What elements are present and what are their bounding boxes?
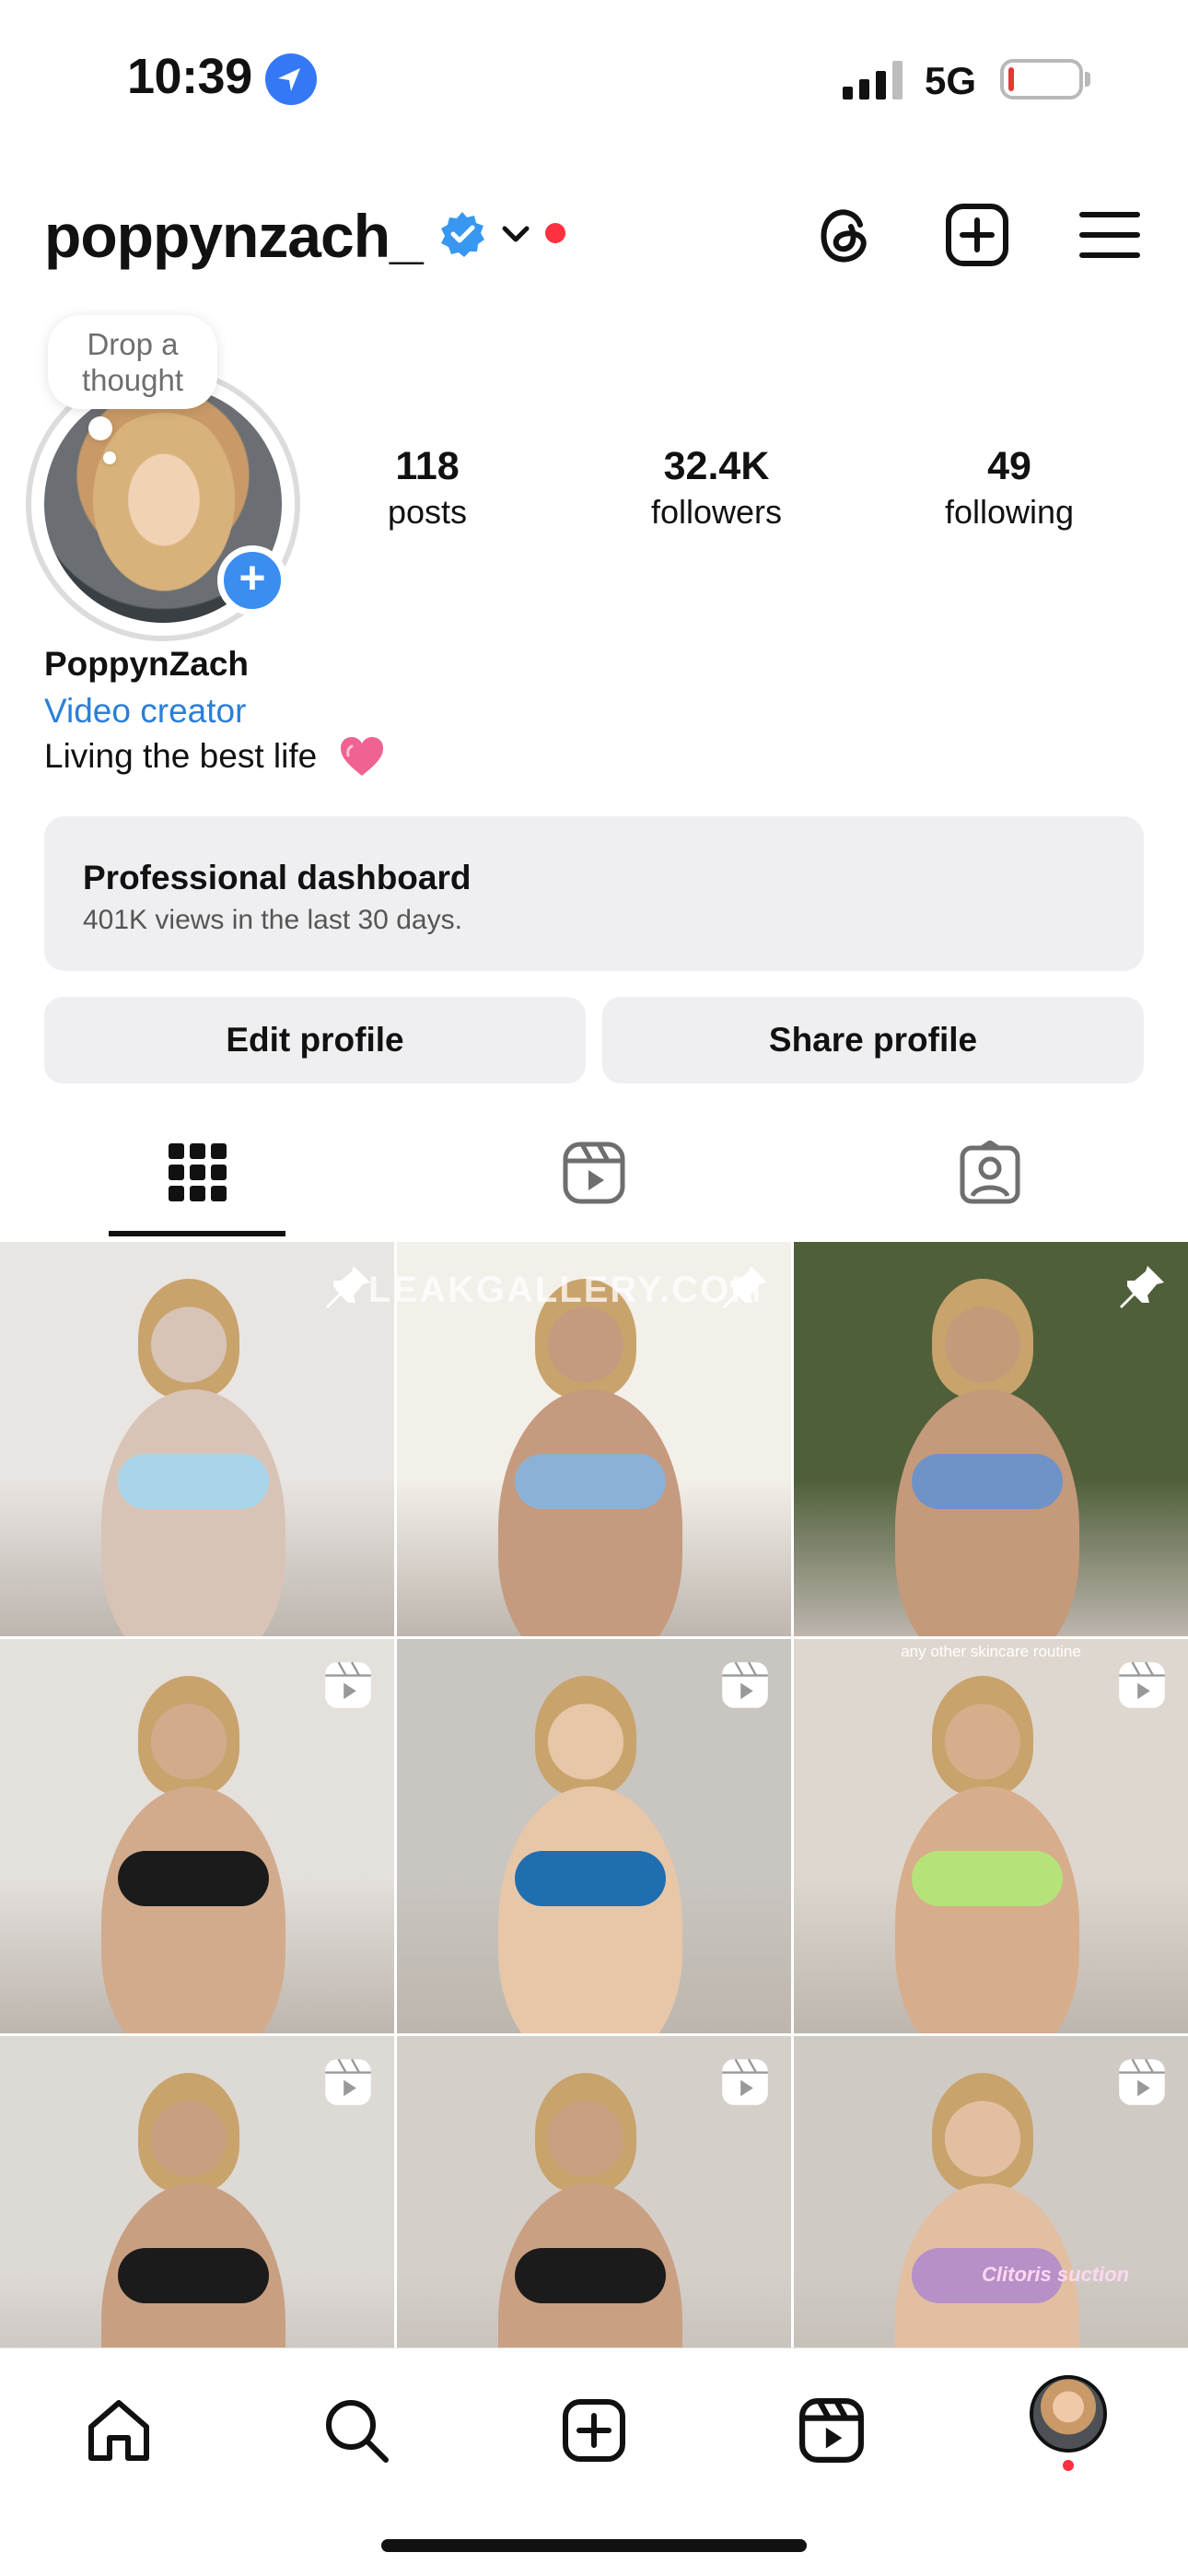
category-label[interactable]: Video creator — [44, 692, 246, 731]
post-figure-head — [535, 1676, 636, 1796]
grid-post[interactable] — [397, 2036, 791, 2348]
status-bar: 10:39 5G — [0, 0, 1188, 157]
stat-value: 49 — [987, 444, 1031, 488]
stat-label: following — [944, 493, 1075, 531]
post-figure-garment — [118, 1851, 269, 1906]
thought-tail-dot — [88, 416, 112, 440]
post-figure-body — [895, 1389, 1079, 1636]
stat-followers[interactable]: 32.4K followers — [606, 444, 827, 532]
threads-icon[interactable] — [807, 197, 882, 273]
post-figure-head — [138, 1279, 239, 1399]
post-figure-head — [138, 2073, 239, 2193]
grid-post[interactable] — [794, 1242, 1188, 1636]
chevron-down-icon[interactable] — [499, 217, 532, 251]
post-figure-body — [101, 1786, 285, 2033]
battery-nub — [1085, 72, 1090, 87]
profile-notification-dot — [1063, 2460, 1074, 2471]
stat-posts[interactable]: 118 posts — [317, 444, 538, 532]
create-post-icon[interactable] — [939, 197, 1015, 273]
grid-post[interactable] — [794, 2036, 1188, 2348]
post-figure-head — [138, 1676, 239, 1796]
grid-post[interactable] — [397, 1639, 791, 2033]
share-profile-button[interactable]: Share profile — [602, 997, 1144, 1083]
stat-value: 32.4K — [663, 444, 770, 488]
active-tab-indicator — [109, 1231, 285, 1236]
location-arrow-icon — [265, 53, 317, 105]
post-figure-garment — [118, 2248, 269, 2303]
post-figure-garment — [912, 1851, 1063, 1906]
reel-icon — [719, 2056, 771, 2108]
post-caption-overlay: Clitoris suction — [982, 2263, 1130, 2286]
post-figure-body — [498, 1786, 682, 2033]
posts-grid: any other skincare routine — [0, 1242, 1188, 2348]
tab-tagged[interactable] — [792, 1115, 1188, 1235]
verified-badge-icon — [438, 210, 486, 258]
menu-icon[interactable] — [1072, 197, 1147, 273]
reel-icon — [719, 1659, 771, 1711]
grid-post[interactable] — [0, 1242, 394, 1636]
signal-bars-icon — [843, 61, 903, 100]
dashboard-subtitle: 401K views in the last 30 days. — [83, 905, 462, 935]
post-figure-garment — [515, 1454, 666, 1509]
post-figure-garment — [515, 2248, 666, 2303]
battery-icon — [1000, 59, 1083, 100]
notification-dot — [545, 223, 565, 243]
stat-label: posts — [387, 493, 468, 531]
username[interactable]: poppynzach_ — [44, 201, 424, 271]
thought-bubble-text: Drop a thought — [81, 327, 184, 397]
pin-icon — [322, 1262, 374, 1314]
tab-grid[interactable] — [0, 1115, 396, 1235]
post-caption-overlay: any other skincare routine — [901, 1643, 1081, 1660]
reels-icon — [562, 1141, 626, 1210]
reel-icon — [322, 2056, 374, 2108]
battery-level — [1008, 67, 1014, 91]
reels-nav-icon[interactable] — [790, 2389, 873, 2472]
add-story-button[interactable]: + — [217, 545, 287, 615]
bio-text: Living the best life — [44, 737, 318, 775]
display-name: PoppynZach — [44, 645, 250, 683]
reel-icon — [322, 1659, 374, 1711]
post-figure-head — [932, 1279, 1033, 1399]
search-icon[interactable] — [315, 2389, 398, 2472]
reel-icon — [1116, 1659, 1168, 1711]
watermark-text: LEAKGALLERY.COM — [368, 1270, 763, 1310]
post-figure-head — [932, 2073, 1033, 2193]
post-figure-head — [535, 2073, 636, 2193]
stat-label: followers — [650, 493, 783, 531]
status-time: 10:39 — [127, 49, 252, 104]
home-icon[interactable] — [77, 2389, 160, 2472]
post-figure-garment — [912, 1454, 1063, 1509]
pink-heart-icon — [339, 735, 385, 778]
post-figure-garment — [118, 1454, 269, 1509]
grid-icon — [169, 1142, 227, 1207]
tab-reels[interactable] — [396, 1115, 792, 1235]
grid-post[interactable] — [0, 1639, 394, 2033]
dashboard-title: Professional dashboard — [83, 859, 472, 896]
thought-tail-dot-small — [103, 451, 116, 464]
post-figure-garment — [515, 1851, 666, 1906]
post-figure-head — [932, 1676, 1033, 1796]
post-figure-body — [101, 1389, 285, 1636]
thought-bubble[interactable]: Drop a thought — [48, 315, 217, 409]
profile-avatar-icon[interactable] — [1030, 2375, 1107, 2453]
tagged-icon — [958, 1139, 1022, 1210]
grid-post[interactable]: any other skincare routine — [794, 1639, 1188, 2033]
create-icon[interactable] — [553, 2389, 635, 2472]
reel-icon — [1116, 2056, 1168, 2108]
network-label: 5G — [925, 59, 977, 102]
post-figure-body — [498, 1389, 682, 1636]
stat-following[interactable]: 49 following — [899, 444, 1120, 532]
post-figure-body — [895, 1786, 1079, 2033]
professional-dashboard[interactable]: Professional dashboard 401K views in the… — [44, 816, 1144, 971]
grid-post[interactable] — [0, 2036, 394, 2348]
home-indicator — [381, 2539, 807, 2552]
stat-value: 118 — [395, 444, 460, 488]
edit-profile-button[interactable]: Edit profile — [44, 997, 586, 1083]
pin-icon — [1116, 1262, 1168, 1314]
